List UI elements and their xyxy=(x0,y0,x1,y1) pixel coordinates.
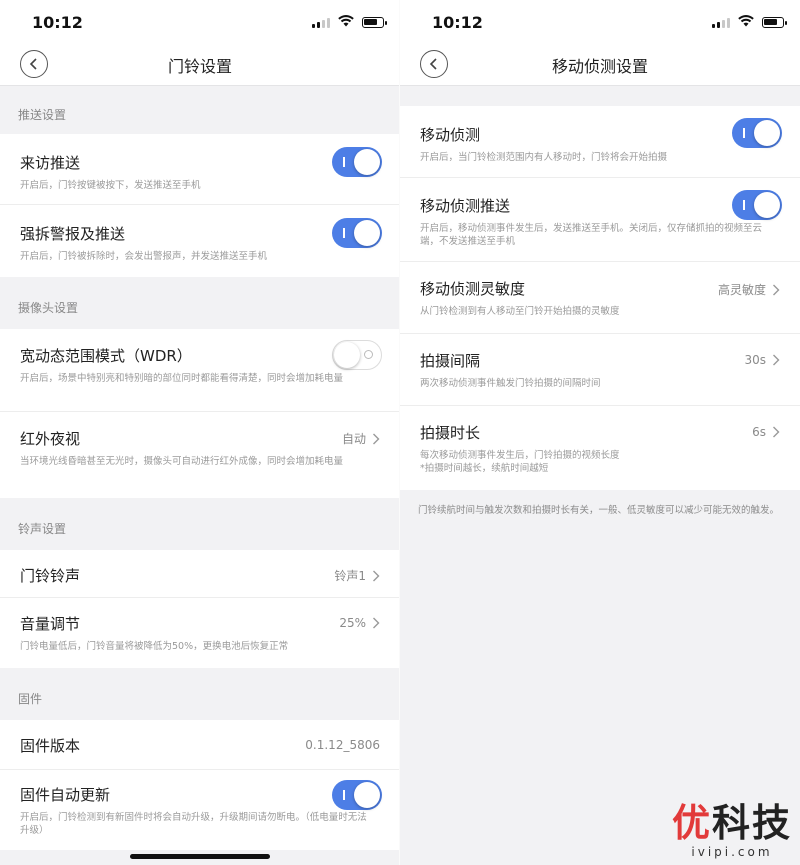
tamper-alarm-desc: 开启后，门铃被拆除时，会发出警报声，并发送推送至手机 xyxy=(20,251,268,262)
top-spacer xyxy=(400,86,800,106)
duration-value: 6s xyxy=(752,425,766,439)
section-header-camera: 摄像头设置 xyxy=(18,301,79,315)
motion-detect-desc: 开启后，当门铃检测范围内有人移动时，门铃将会开始拍摄 xyxy=(420,152,668,163)
chevron-right-icon xyxy=(373,570,380,581)
duration-value-wrap: 6s xyxy=(752,425,780,439)
page-title: 移动侦测设置 xyxy=(551,57,648,76)
tamper-alarm-row: 强拆警报及推送 开启后，门铃被拆除时，会发出警报声，并发送推送至手机 xyxy=(0,205,400,277)
home-indicator xyxy=(130,854,270,859)
battery-icon xyxy=(762,17,787,28)
motion-detect-toggle[interactable] xyxy=(732,118,782,148)
signal-icon xyxy=(712,18,730,28)
chevron-right-icon xyxy=(773,284,780,295)
status-bar: 10:12 xyxy=(400,0,800,46)
motion-push-desc: 开启后，移动侦测事件发生后，发送推送至手机。关闭后，仅存储抓拍的视频至云端，不发… xyxy=(420,223,763,247)
watermark-char-2: 科技 xyxy=(711,801,792,845)
battery-icon xyxy=(362,17,387,28)
firmware-version-value: 0.1.12_5806 xyxy=(305,738,380,752)
signal-icon xyxy=(312,18,330,28)
nav-bar: 移动侦测设置 xyxy=(400,46,800,86)
duration-desc: 每次移动侦测事件发生后，门铃拍摄的视频长度 xyxy=(420,450,620,461)
interval-desc: 两次移动侦测事件触发门铃拍摄的间隔时间 xyxy=(420,378,601,389)
wifi-icon xyxy=(738,15,754,27)
doorbell-settings-screen: 10:12 门铃设置 推送设置 来访推送 开启后，门铃按键被按下，发送推送至手机… xyxy=(0,0,400,865)
interval-label: 拍摄间隔 xyxy=(420,352,481,370)
volume-desc: 门铃电量低后，门铃音量将被降低为50%，更换电池后恢复正常 xyxy=(20,641,289,652)
section-header-push: 推送设置 xyxy=(18,108,67,122)
sensitivity-desc: 从门铃检测到有人移动至门铃开始拍摄的灵敏度 xyxy=(420,306,620,317)
status-time: 10:12 xyxy=(432,13,483,32)
status-bar: 10:12 xyxy=(0,0,400,46)
visitor-push-row: 来访推送 开启后，门铃按键被按下，发送推送至手机 xyxy=(0,134,400,205)
night-vision-desc: 当环境光线昏暗甚至无光时，摄像头可自动进行红外成像，同时会增加耗电量 xyxy=(20,456,344,467)
ringtone-value-wrap: 铃声1 xyxy=(334,567,380,584)
chevron-right-icon xyxy=(773,354,780,366)
firmware-version-row: 固件版本 0.1.12_5806 xyxy=(0,720,400,770)
wdr-toggle[interactable] xyxy=(332,340,382,370)
sensitivity-value: 高灵敏度 xyxy=(717,283,766,297)
auto-update-desc: 开启后，门铃检测到有新固件时将会自动升级，升级期间请勿断电。（低电量时无法升级） xyxy=(20,812,367,836)
duration-row[interactable]: 拍摄时长 每次移动侦测事件发生后，门铃拍摄的视频长度 *拍摄时间越长，续航时间越… xyxy=(400,406,800,490)
motion-push-row: 移动侦测推送 开启后，移动侦测事件发生后，发送推送至手机。关闭后，仅存储抓拍的视… xyxy=(400,178,800,262)
duration-note: *拍摄时间越长，续航时间越短 xyxy=(420,463,549,474)
camera-settings-group: 宽动态范围模式（WDR） 开启后，场景中特别亮和特别暗的部位同时都能看得清楚，同… xyxy=(0,329,400,498)
chevron-right-icon xyxy=(773,426,780,438)
wdr-desc: 开启后，场景中特别亮和特别暗的部位同时都能看得清楚，同时会增加耗电量 xyxy=(20,373,344,384)
firmware-group: 固件版本 0.1.12_5806 固件自动更新 开启后，门铃检测到有新固件时将会… xyxy=(0,720,400,850)
visitor-push-toggle[interactable] xyxy=(332,147,382,177)
sensitivity-value-wrap: 高灵敏度 xyxy=(718,281,780,298)
motion-push-toggle[interactable] xyxy=(732,190,782,220)
night-vision-row[interactable]: 红外夜视 当环境光线昏暗甚至无光时，摄像头可自动进行红外成像，同时会增加耗电量 … xyxy=(0,412,400,498)
firmware-version-value-wrap: 0.1.12_5806 xyxy=(305,738,380,752)
watermark-url: ivipi.com xyxy=(691,845,773,859)
volume-value: 25% xyxy=(339,616,366,630)
interval-value-wrap: 30s xyxy=(744,353,780,367)
visitor-push-desc: 开启后，门铃按键被按下，发送推送至手机 xyxy=(20,180,201,191)
tamper-alarm-toggle[interactable] xyxy=(332,218,382,248)
motion-detect-row: 移动侦测 开启后，当门铃检测范围内有人移动时，门铃将会开始拍摄 xyxy=(400,106,800,178)
wdr-label: 宽动态范围模式（WDR） xyxy=(20,347,192,365)
volume-row[interactable]: 音量调节 门铃电量低后，门铃音量将被降低为50%，更换电池后恢复正常 25% xyxy=(0,598,400,668)
volume-value-wrap: 25% xyxy=(339,616,380,630)
ring-settings-group: 门铃铃声 铃声1 音量调节 门铃电量低后，门铃音量将被降低为50%，更换电池后恢… xyxy=(0,550,400,668)
interval-value: 30s xyxy=(744,353,766,367)
watermark-char-1: 优 xyxy=(671,801,712,845)
ringtone-value: 铃声1 xyxy=(334,569,366,583)
night-vision-label: 红外夜视 xyxy=(20,430,81,448)
duration-label: 拍摄时长 xyxy=(420,424,481,442)
status-time: 10:12 xyxy=(32,13,83,32)
section-header-firmware: 固件 xyxy=(18,692,43,706)
chevron-right-icon xyxy=(373,617,380,629)
battery-footnote: 门铃续航时间与触发次数和拍摄时长有关，一般、低灵敏度可以减少可能无效的触发。 xyxy=(418,505,780,516)
volume-label: 音量调节 xyxy=(20,615,81,633)
night-vision-value: 自动 xyxy=(341,432,366,446)
sensitivity-row[interactable]: 移动侦测灵敏度 从门铃检测到有人移动至门铃开始拍摄的灵敏度 高灵敏度 xyxy=(400,262,800,334)
push-settings-group: 来访推送 开启后，门铃按键被按下，发送推送至手机 强拆警报及推送 开启后，门铃被… xyxy=(0,134,400,277)
night-vision-value-wrap: 自动 xyxy=(342,430,380,447)
chevron-right-icon xyxy=(373,433,380,444)
ringtone-row[interactable]: 门铃铃声 铃声1 xyxy=(0,550,400,598)
visitor-push-label: 来访推送 xyxy=(20,154,81,172)
section-header-ring: 铃声设置 xyxy=(18,522,67,536)
watermark-logo: 优科技 ivipi.com xyxy=(672,801,792,859)
motion-push-label: 移动侦测推送 xyxy=(420,197,511,215)
nav-bar: 门铃设置 xyxy=(0,46,400,86)
interval-row[interactable]: 拍摄间隔 两次移动侦测事件触发门铃拍摄的间隔时间 30s xyxy=(400,334,800,406)
motion-settings-group: 移动侦测 开启后，当门铃检测范围内有人移动时，门铃将会开始拍摄 移动侦测推送 开… xyxy=(400,106,800,490)
auto-update-label: 固件自动更新 xyxy=(20,786,111,804)
tamper-alarm-label: 强拆警报及推送 xyxy=(20,225,126,243)
motion-detection-screen: 10:12 移动侦测设置 移动侦测 开启后，当门铃检测范围内有人移动时，门铃将会… xyxy=(400,0,800,865)
motion-detect-label: 移动侦测 xyxy=(420,126,481,144)
wifi-icon xyxy=(338,15,354,27)
wdr-row: 宽动态范围模式（WDR） 开启后，场景中特别亮和特别暗的部位同时都能看得清楚，同… xyxy=(0,329,400,412)
auto-update-toggle[interactable] xyxy=(332,780,382,810)
page-title: 门铃设置 xyxy=(167,57,232,76)
ringtone-label: 门铃铃声 xyxy=(20,567,81,585)
auto-update-row: 固件自动更新 开启后，门铃检测到有新固件时将会自动升级，升级期间请勿断电。（低电… xyxy=(0,770,400,850)
